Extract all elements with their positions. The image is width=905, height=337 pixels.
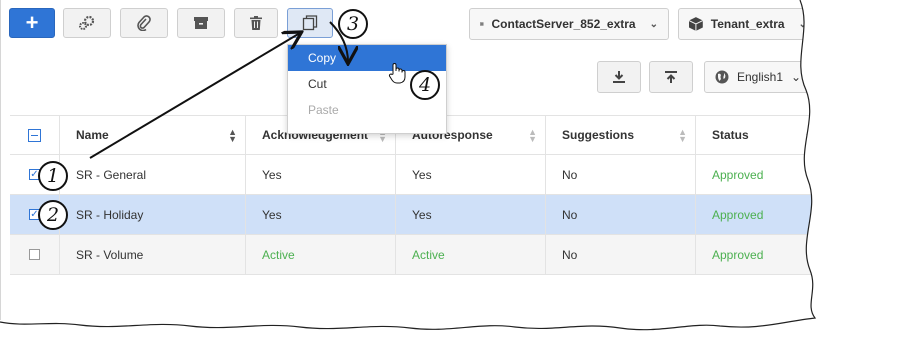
cell-name: SR - Holiday	[60, 195, 246, 234]
column-header-status[interactable]: Status ▲ ▼	[696, 116, 821, 154]
cell-name: SR - General	[60, 155, 246, 194]
cell-suggestions: No	[546, 155, 696, 194]
callout-4: 4	[410, 70, 440, 100]
add-button[interactable]: +	[9, 8, 55, 38]
menu-item-paste: Paste	[308, 103, 339, 117]
callout-1: 1	[38, 161, 68, 191]
sort-icon: ▲▼	[228, 127, 237, 144]
chevron-down-icon: ⌄	[649, 18, 658, 30]
hand-cursor-icon	[388, 63, 406, 84]
column-header-label: Status	[712, 128, 749, 142]
upload-button[interactable]	[649, 61, 693, 93]
row-checkbox[interactable]	[10, 235, 60, 274]
menu-item-copy[interactable]: Copy	[288, 45, 446, 71]
trash-icon	[250, 16, 262, 30]
download-button[interactable]	[597, 61, 641, 93]
cell-status: Approved	[712, 167, 764, 182]
chevron-down-icon: ⌄	[791, 70, 802, 84]
checkbox-partial-icon	[28, 128, 41, 142]
column-header-label: Suggestions	[562, 128, 635, 142]
globe-icon	[715, 70, 729, 84]
attach-button[interactable]	[120, 8, 168, 38]
callout-3: 3	[338, 9, 368, 39]
sort-icon: ▲▼	[804, 127, 813, 144]
cell-suggestions: No	[546, 235, 696, 274]
column-header-label: Name	[76, 128, 109, 142]
gears-icon	[79, 15, 95, 30]
cube-icon	[689, 17, 703, 31]
cell-acknowledgement: Active	[246, 235, 396, 274]
delete-button[interactable]	[234, 8, 278, 38]
checkbox-empty-icon	[29, 249, 40, 260]
language-selector[interactable]: English1 ⌄	[704, 61, 814, 93]
cell-acknowledgement: Yes	[246, 155, 396, 194]
cell-status: Approved	[712, 247, 764, 262]
copy-paste-button[interactable]	[287, 8, 333, 38]
language-label: English1	[737, 70, 784, 84]
application-frame: + ContactServer_852_extra ⌄ Tenant_extra…	[0, 0, 821, 320]
cell-autoresponse: Active	[396, 235, 546, 274]
sort-icon: ▲▼	[528, 127, 537, 144]
chevron-down-icon: ⌄	[798, 18, 807, 30]
column-header-suggestions[interactable]: Suggestions ▲ ▼	[546, 116, 696, 154]
contact-server-label: ContactServer_852_extra	[491, 17, 636, 31]
upload-icon	[665, 71, 677, 83]
cell-autoresponse: Yes	[396, 195, 546, 234]
tenant-selector[interactable]: Tenant_extra ⌄	[678, 8, 818, 40]
plus-icon: +	[25, 10, 39, 35]
table-row[interactable]: SR - Volume Active Active No Approved	[10, 235, 821, 275]
paperclip-icon	[137, 15, 151, 31]
column-header-name[interactable]: Name ▲ ▼	[60, 116, 246, 154]
cell-status: Approved	[712, 207, 764, 222]
download-icon	[613, 71, 625, 83]
archive-button[interactable]	[177, 8, 225, 38]
sort-icon: ▲▼	[678, 127, 687, 144]
callout-2: 2	[38, 200, 68, 230]
contact-server-selector[interactable]: ContactServer_852_extra ⌄	[469, 8, 669, 40]
server-icon	[480, 22, 484, 26]
table-row[interactable]: ✓ SR - Holiday Yes Yes No Approved	[10, 195, 821, 235]
settings-button[interactable]	[63, 8, 111, 38]
copy-icon	[302, 15, 318, 31]
tenant-label: Tenant_extra	[710, 17, 785, 31]
cell-name: SR - Volume	[60, 235, 246, 274]
cell-suggestions: No	[546, 195, 696, 234]
select-all-checkbox[interactable]	[10, 116, 60, 154]
archive-icon	[194, 17, 208, 29]
cell-autoresponse: Yes	[396, 155, 546, 194]
cell-acknowledgement: Yes	[246, 195, 396, 234]
table-row[interactable]: ✓ SR - General Yes Yes No Approved	[10, 155, 821, 195]
